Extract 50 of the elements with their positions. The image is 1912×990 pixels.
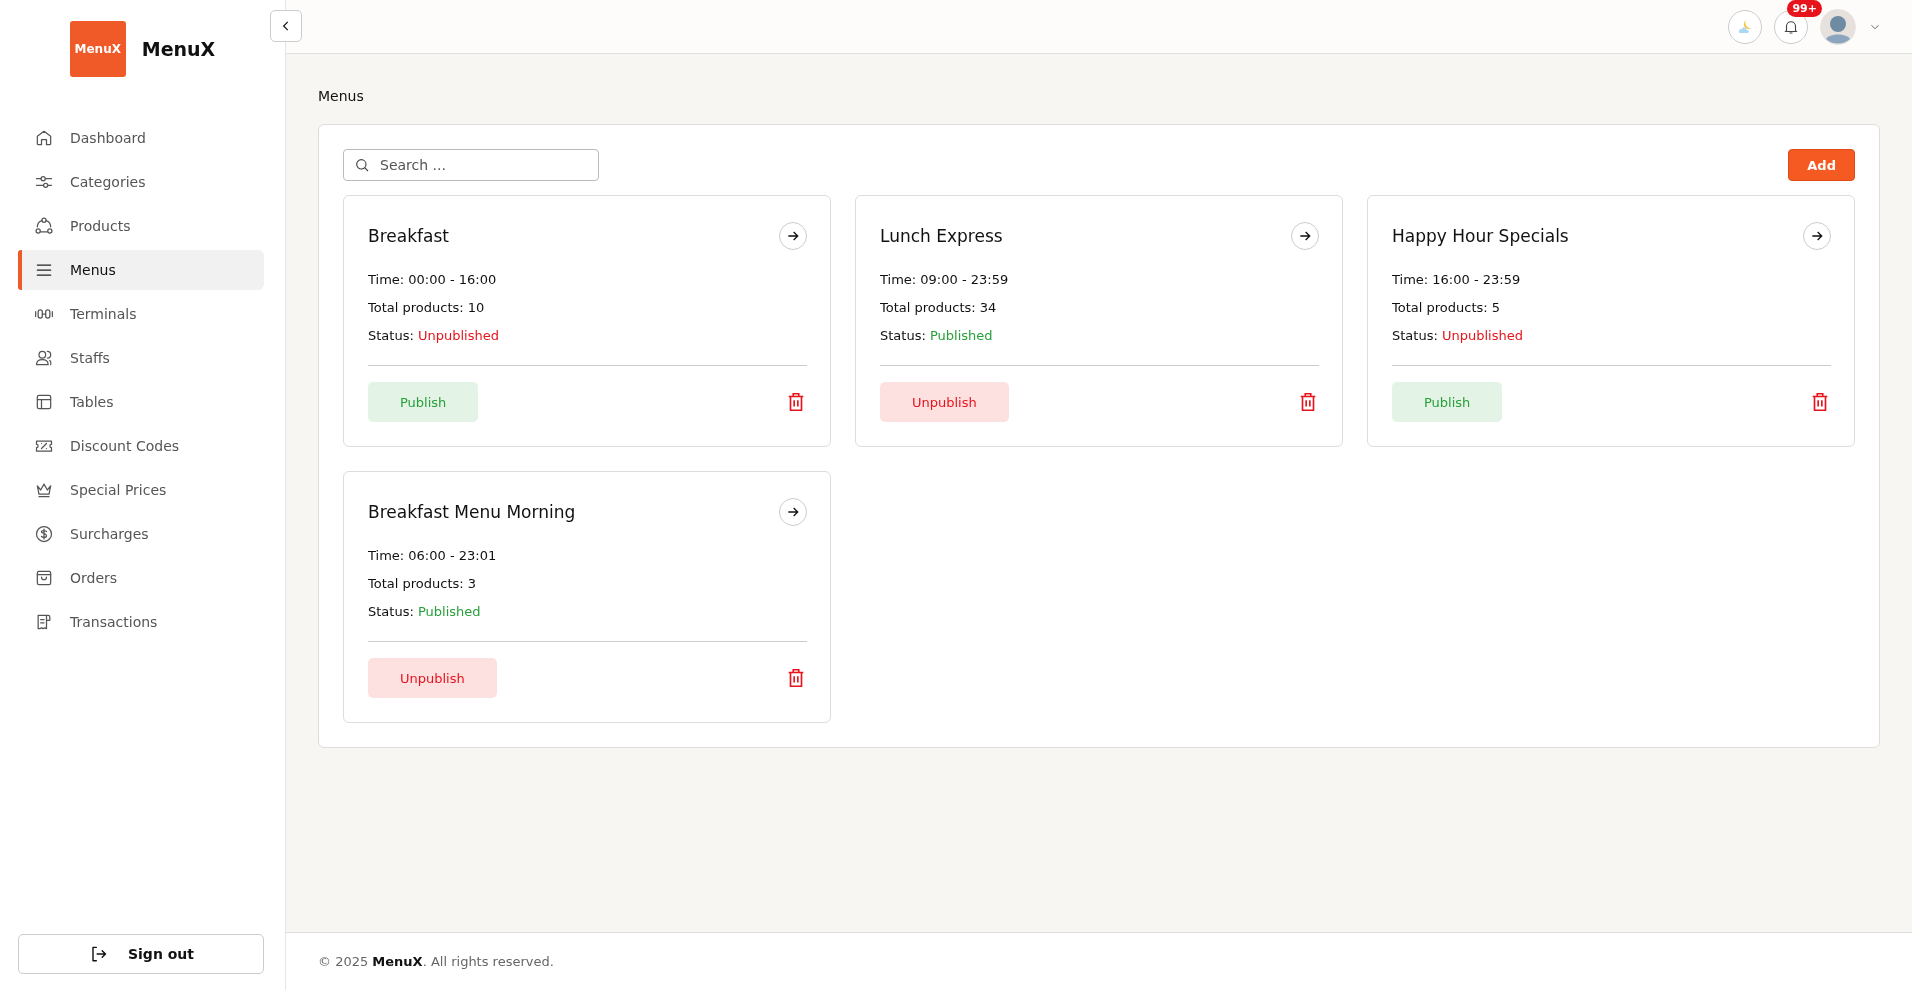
menu-time: Time: 16:00 - 23:59 bbox=[1392, 272, 1522, 287]
menu-time: Time: 09:00 - 23:59 bbox=[880, 272, 1010, 287]
open-menu-button[interactable] bbox=[779, 498, 807, 526]
sidebar-item[interactable]: Categories bbox=[18, 162, 264, 202]
menu-title: Breakfast Menu Morning bbox=[368, 502, 576, 522]
avatar-icon[interactable] bbox=[1820, 8, 1856, 45]
search-icon bbox=[354, 157, 370, 173]
open-menu-button[interactable] bbox=[1803, 222, 1831, 250]
sidebar-item[interactable]: Dashboard bbox=[18, 118, 264, 158]
sidebar-item[interactable]: Surcharges bbox=[18, 514, 264, 554]
sidebar-item[interactable]: Products bbox=[18, 206, 264, 246]
menu-status: Status: Published bbox=[368, 604, 482, 619]
menu-status: Status: Published bbox=[880, 328, 994, 343]
sidebar-item[interactable]: Orders bbox=[18, 558, 264, 598]
brand-name: MenuX bbox=[141, 38, 216, 60]
nodes-icon bbox=[34, 216, 54, 236]
open-menu-button[interactable] bbox=[779, 222, 807, 250]
users-icon bbox=[34, 348, 54, 368]
menu-title: Breakfast bbox=[368, 226, 449, 246]
sidebar-item[interactable]: Discount Codes bbox=[18, 426, 264, 466]
theme-toggle-button[interactable] bbox=[1728, 9, 1762, 44]
notification-badge: 99+ bbox=[1787, 0, 1822, 17]
table-icon bbox=[34, 392, 54, 412]
menu-title: Lunch Express bbox=[880, 226, 1003, 246]
sidebar-item[interactable]: Transactions bbox=[18, 602, 264, 642]
home-icon bbox=[34, 128, 54, 148]
menu-total-products: Total products: 34 bbox=[880, 300, 998, 315]
sidebar-item[interactable]: Special Prices bbox=[18, 470, 264, 510]
menu-time: Time: 06:00 - 23:01 bbox=[368, 548, 498, 563]
sidebar-item[interactable]: Terminals bbox=[18, 294, 264, 334]
menu-total-products: Total products: 10 bbox=[368, 300, 486, 315]
bag-icon bbox=[34, 568, 54, 588]
sidebar-item[interactable]: Tables bbox=[18, 382, 264, 422]
footer-text: © 2025 MenuX. All rights reserved. bbox=[286, 932, 1912, 990]
sign-out-button[interactable]: Sign out bbox=[18, 934, 264, 974]
menu-status: Status: Unpublished bbox=[368, 328, 500, 343]
unpublish-button[interactable]: Unpublish bbox=[368, 658, 497, 698]
menu-total-products: Total products: 5 bbox=[1392, 300, 1502, 315]
unpublish-button[interactable]: Unpublish bbox=[880, 382, 1009, 422]
menu-status: Status: Unpublished bbox=[1392, 328, 1524, 343]
search-field[interactable]: Search ... bbox=[343, 149, 599, 181]
sidebar-item[interactable]: Menus bbox=[18, 250, 264, 290]
menu-total-products: Total products: 3 bbox=[368, 576, 478, 591]
logo: MenuX bbox=[69, 21, 126, 77]
menu-title: Happy Hour Specials bbox=[1392, 226, 1569, 246]
dollar-icon bbox=[34, 524, 54, 544]
menu-time: Time: 00:00 - 16:00 bbox=[368, 272, 498, 287]
sidebar-item[interactable]: Staffs bbox=[18, 338, 264, 378]
breadcrumb: Menus bbox=[318, 88, 365, 104]
open-menu-button[interactable] bbox=[1291, 222, 1319, 250]
